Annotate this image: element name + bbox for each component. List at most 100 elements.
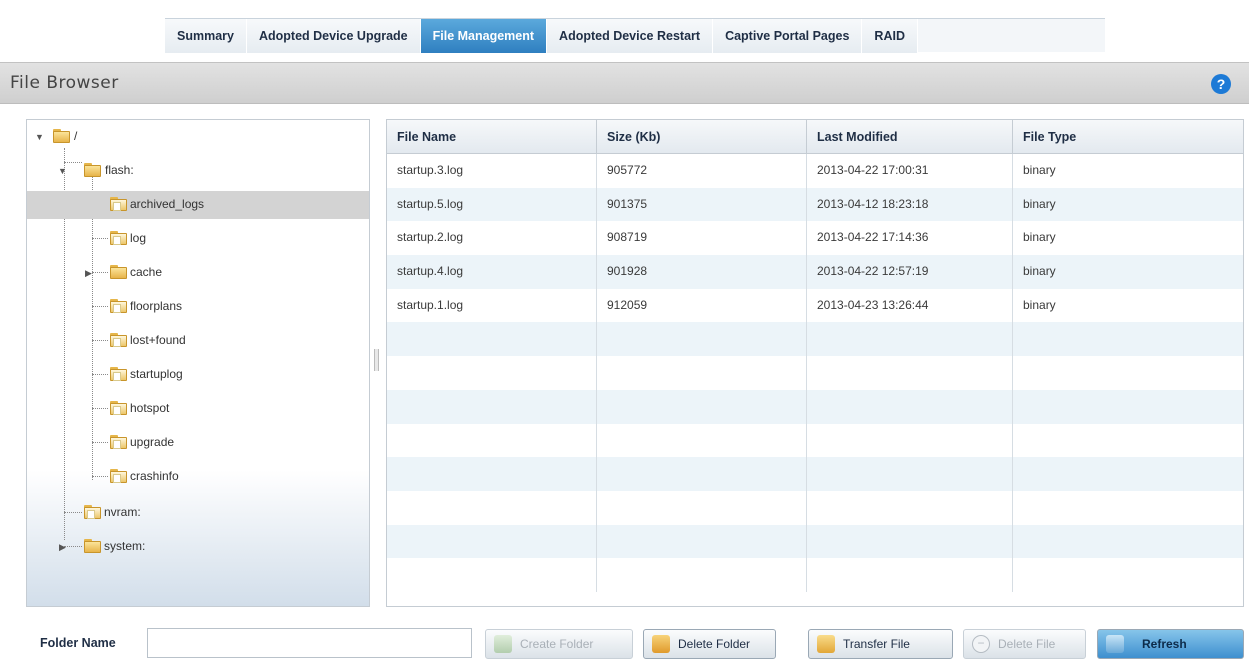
folder-name-label: Folder Name	[40, 636, 116, 650]
last-modified-cell: 2013-04-23 13:26:44	[807, 288, 1013, 323]
file-name-cell: startup.2.log	[387, 221, 597, 256]
table-body: startup.3.log 905772 2013-04-22 17:00:31…	[387, 154, 1243, 592]
help-icon[interactable]: ?	[1211, 74, 1231, 94]
file-name-cell: startup.4.log	[387, 255, 597, 289]
file-name-cell: startup.3.log	[387, 154, 597, 188]
empty-row	[387, 389, 1243, 424]
refresh-icon	[1106, 635, 1124, 653]
transfer-file-button[interactable]: Transfer File	[808, 629, 953, 659]
refresh-button[interactable]: Refresh	[1097, 629, 1244, 659]
delete-folder-label: Delete Folder	[678, 637, 751, 651]
file-name-cell: startup.1.log	[387, 288, 597, 323]
tab-adopted-device-restart[interactable]: Adopted Device Restart	[547, 19, 714, 53]
folder-doc-icon	[110, 401, 127, 415]
empty-row	[387, 490, 1243, 525]
folder-doc-icon	[110, 435, 127, 449]
column-header-file-name[interactable]: File Name	[387, 120, 597, 154]
table-row[interactable]: startup.4.log 901928 2013-04-22 12:57:19…	[387, 255, 1243, 289]
tree-item-archived-logs[interactable]: archived_logs	[27, 191, 369, 219]
table-header: File Name Size (Kb) Last Modified File T…	[387, 120, 1243, 154]
tab-adopted-device-upgrade[interactable]: Adopted Device Upgrade	[246, 19, 421, 53]
folder-doc-icon	[110, 197, 127, 211]
tree-item-root[interactable]: ▼ /	[27, 123, 369, 151]
delete-file-label: Delete File	[998, 637, 1056, 651]
panel-splitter[interactable]	[374, 349, 379, 371]
table-row[interactable]: startup.1.log 912059 2013-04-23 13:26:44…	[387, 288, 1243, 323]
delete-file-button[interactable]: − Delete File	[963, 629, 1086, 659]
expand-arrow-icon[interactable]: ▼	[35, 132, 44, 142]
tree-item-label: log	[130, 231, 147, 245]
tree-item-label: floorplans	[130, 299, 183, 313]
expand-arrow-icon[interactable]: ▶	[59, 542, 66, 553]
create-folder-label: Create Folder	[520, 637, 594, 651]
folder-doc-icon	[110, 367, 127, 381]
folder-icon	[53, 129, 70, 143]
folder-icon	[110, 265, 127, 279]
tree-item-flash[interactable]: ▼ flash:	[27, 157, 369, 185]
last-modified-cell: 2013-04-22 17:14:36	[807, 221, 1013, 256]
size-cell: 908719	[597, 221, 807, 256]
table-row[interactable]: startup.5.log 901375 2013-04-12 18:23:18…	[387, 187, 1243, 222]
empty-row	[387, 457, 1243, 491]
folder-icon	[84, 539, 101, 553]
tree-item-label: cache	[130, 265, 163, 279]
tree-item-floorplans[interactable]: floorplans	[27, 293, 369, 321]
tree-item-label: archived_logs	[130, 197, 205, 211]
tree-item-log[interactable]: log	[27, 225, 369, 253]
tree-item-label: system:	[104, 539, 146, 553]
tree-item-label: startuplog	[130, 367, 183, 381]
column-header-last-modified[interactable]: Last Modified	[807, 120, 1013, 154]
transfer-file-icon	[817, 635, 835, 653]
empty-row	[387, 356, 1243, 390]
delete-folder-button[interactable]: Delete Folder	[643, 629, 776, 659]
tree-item-startuplog[interactable]: startuplog	[27, 361, 369, 389]
file-type-cell: binary	[1023, 230, 1056, 245]
file-type-cell: binary	[1023, 264, 1056, 279]
create-folder-icon	[494, 635, 512, 653]
tree-item-label: lost+found	[130, 333, 186, 347]
tab-file-management[interactable]: File Management	[420, 19, 548, 53]
page-header: File Browser ?	[0, 62, 1249, 104]
empty-row	[387, 558, 1243, 592]
empty-row	[387, 322, 1243, 357]
last-modified-cell: 2013-04-22 17:00:31	[807, 154, 1013, 188]
file-type-cell: binary	[1023, 196, 1056, 211]
file-table: File Name Size (Kb) Last Modified File T…	[386, 119, 1244, 607]
tree-item-label: flash:	[105, 163, 134, 177]
last-modified-cell: 2013-04-12 18:23:18	[807, 187, 1013, 222]
folder-doc-icon	[110, 469, 127, 483]
page-title: File Browser	[10, 73, 119, 93]
tree-item-nvram[interactable]: nvram:	[27, 499, 369, 527]
tree-item-label: hotspot	[130, 401, 170, 415]
tree-item-label: upgrade	[130, 435, 175, 449]
table-row[interactable]: startup.2.log 908719 2013-04-22 17:14:36…	[387, 221, 1243, 256]
column-header-size[interactable]: Size (Kb)	[597, 120, 807, 154]
create-folder-button[interactable]: Create Folder	[485, 629, 633, 659]
size-cell: 905772	[597, 154, 807, 188]
refresh-label: Refresh	[1142, 637, 1187, 651]
folder-doc-icon	[84, 505, 101, 519]
size-cell: 912059	[597, 288, 807, 323]
tree-item-system[interactable]: ▶ system:	[27, 533, 369, 561]
last-modified-cell: 2013-04-22 12:57:19	[807, 255, 1013, 289]
folder-icon	[84, 163, 101, 177]
folder-name-input[interactable]	[147, 628, 472, 658]
delete-file-icon: −	[972, 635, 990, 653]
table-row[interactable]: startup.3.log 905772 2013-04-22 17:00:31…	[387, 154, 1243, 188]
tree-item-crashinfo[interactable]: crashinfo	[27, 463, 369, 491]
tree-item-lost-found[interactable]: lost+found	[27, 327, 369, 355]
file-type-cell: binary	[1023, 297, 1056, 312]
tree-item-hotspot[interactable]: hotspot	[27, 395, 369, 423]
empty-row	[387, 524, 1243, 559]
tree-item-label: crashinfo	[130, 469, 179, 483]
expand-arrow-icon[interactable]: ▼	[58, 166, 67, 176]
tree-item-upgrade[interactable]: upgrade	[27, 429, 369, 457]
expand-arrow-icon[interactable]: ▶	[85, 268, 92, 279]
size-cell: 901928	[597, 255, 807, 289]
tab-raid[interactable]: RAID	[862, 19, 918, 53]
file-type-cell: binary	[1023, 163, 1056, 177]
tab-captive-portal-pages[interactable]: Captive Portal Pages	[713, 19, 863, 53]
tab-summary[interactable]: Summary	[165, 19, 247, 53]
column-header-file-type[interactable]: File Type	[1013, 120, 1243, 154]
tree-item-cache[interactable]: ▶ cache	[27, 259, 369, 287]
